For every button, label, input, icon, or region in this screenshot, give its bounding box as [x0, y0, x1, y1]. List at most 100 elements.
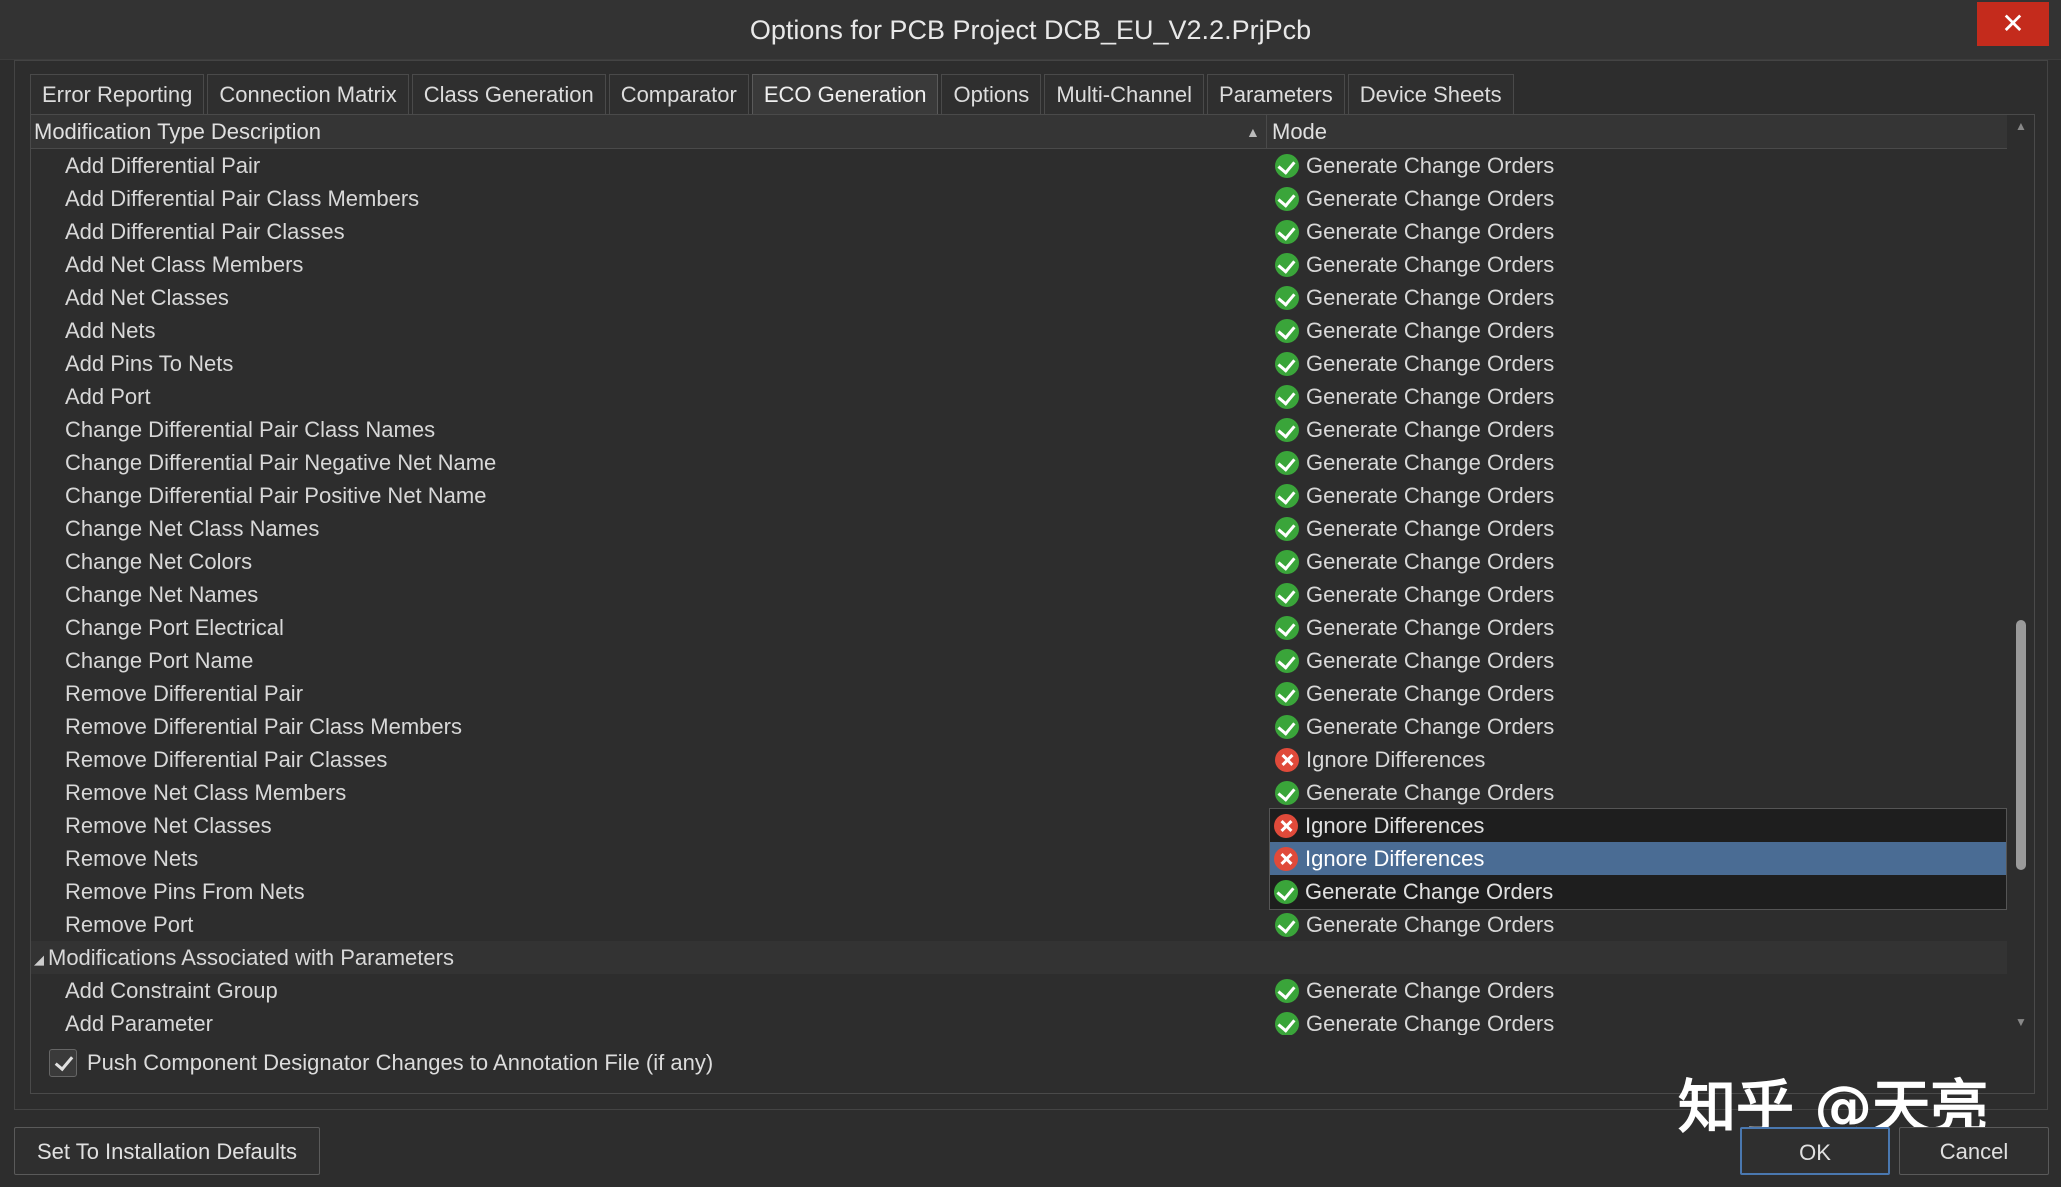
tab-multi-channel[interactable]: Multi-Channel — [1044, 74, 1205, 114]
check-icon — [1275, 285, 1299, 310]
table-row[interactable]: Change Differential Pair Class Names Gene… — [31, 413, 2007, 446]
mode-cell[interactable]: Generate Change Orders — [1275, 545, 1554, 578]
table-row[interactable]: Change Net Class Names Generate Change Or… — [31, 512, 2007, 545]
set-installation-defaults-button[interactable]: Set To Installation Defaults — [14, 1127, 320, 1175]
column-header-description[interactable]: Modification Type Description — [34, 115, 321, 149]
modification-grid: Modification Type Description ▲ Mode Add… — [31, 115, 2007, 1035]
mode-cell[interactable]: Generate Change Orders — [1275, 413, 1554, 446]
description-cell: Change Net Colors — [65, 549, 253, 574]
mode-cell[interactable]: Generate Change Orders — [1275, 479, 1554, 512]
dropdown-option[interactable]: Ignore Differences — [1270, 842, 2006, 875]
mode-label: Generate Change Orders — [1306, 516, 1555, 541]
table-row[interactable]: Add Net Classes Generate Change Orders — [31, 281, 2007, 314]
tab-connection-matrix[interactable]: Connection Matrix — [207, 74, 409, 114]
tab-options[interactable]: Options — [941, 74, 1042, 114]
mode-label: Generate Change Orders — [1306, 483, 1555, 508]
check-icon — [1275, 417, 1299, 442]
mode-cell[interactable]: Generate Change Orders — [1275, 215, 1554, 248]
description-cell: Change Net Names — [65, 582, 259, 607]
table-row[interactable]: Remove Differential Pair Generate Change … — [31, 677, 2007, 710]
mode-cell[interactable]: Generate Change Orders — [1275, 512, 1554, 545]
table-row[interactable]: Change Net Colors Generate Change Orders — [31, 545, 2007, 578]
mode-label: Generate Change Orders — [1306, 186, 1555, 211]
table-row[interactable]: Add Nets Generate Change Orders — [31, 314, 2007, 347]
vertical-scrollbar[interactable]: ▲ ▼ — [2009, 115, 2033, 1035]
scroll-down-icon[interactable]: ▼ — [2013, 1015, 2029, 1031]
table-row[interactable]: Add Constraint Group Generate Change Orde… — [31, 974, 2007, 1007]
mode-cell[interactable]: Generate Change Orders — [1275, 908, 1554, 941]
table-row[interactable]: Change Port Electrical Generate Change Or… — [31, 611, 2007, 644]
table-row[interactable]: Change Differential Pair Negative Net Na… — [31, 446, 2007, 479]
description-cell: Remove Differential Pair Class Members — [65, 714, 462, 739]
tab-comparator[interactable]: Comparator — [608, 74, 749, 114]
dropdown-option[interactable]: Ignore Differences — [1270, 809, 2006, 842]
mode-label: Generate Change Orders — [1306, 714, 1555, 739]
dropdown-option[interactable]: Generate Change Orders — [1270, 875, 2006, 908]
tab-device-sheets[interactable]: Device Sheets — [1347, 74, 1514, 114]
mode-cell[interactable]: Generate Change Orders — [1275, 446, 1554, 479]
table-row[interactable]: Remove Net Class Members Generate Change … — [31, 776, 2007, 809]
close-button[interactable]: ✕ — [1977, 2, 2049, 46]
mode-label: Generate Change Orders — [1306, 219, 1555, 244]
mode-cell[interactable]: Generate Change Orders — [1275, 182, 1554, 215]
cancel-button[interactable]: Cancel — [1899, 1127, 2049, 1175]
ok-button[interactable]: OK — [1740, 1127, 1890, 1175]
table-row[interactable]: Add Differential Pair Class Members Gener… — [31, 182, 2007, 215]
mode-cell[interactable]: Generate Change Orders — [1275, 149, 1554, 182]
tab-error-reporting[interactable]: Error Reporting — [30, 74, 205, 114]
mode-cell[interactable]: Generate Change Orders — [1275, 314, 1554, 347]
push-designator-option[interactable]: Push Component Designator Changes to Ann… — [49, 1045, 713, 1081]
mode-cell[interactable]: Generate Change Orders — [1275, 380, 1554, 413]
table-row[interactable]: Change Differential Pair Positive Net Na… — [31, 479, 2007, 512]
tab-eco-generation[interactable]: ECO Generation — [751, 74, 939, 114]
check-icon — [1275, 615, 1299, 640]
table-row[interactable]: Remove Differential Pair Class Members Ge… — [31, 710, 2007, 743]
table-row[interactable]: Add Differential Pair Classes Generate Ch… — [31, 215, 2007, 248]
mode-label: Generate Change Orders — [1306, 648, 1555, 673]
options-dialog: Options for PCB Project DCB_EU_V2.2.PrjP… — [0, 0, 2061, 1187]
mode-cell[interactable]: Generate Change Orders — [1275, 347, 1554, 380]
description-cell: Remove Port — [65, 912, 194, 937]
mode-dropdown-list[interactable]: Ignore Differences Ignore Differences Gene… — [1269, 808, 2007, 910]
table-row[interactable]: Add Net Class Members Generate Change Ord… — [31, 248, 2007, 281]
tab-class-generation[interactable]: Class Generation — [411, 74, 606, 114]
mode-label: Generate Change Orders — [1306, 252, 1555, 277]
table-row[interactable]: Change Port Name Generate Change Orders — [31, 644, 2007, 677]
mode-label: Generate Change Orders — [1306, 780, 1555, 805]
table-row[interactable]: Change Net Names Generate Change Orders — [31, 578, 2007, 611]
collapse-caret-icon[interactable]: ◢ — [34, 943, 44, 976]
scroll-thumb[interactable] — [2016, 620, 2026, 870]
check-icon — [1275, 450, 1299, 475]
mode-label: Generate Change Orders — [1306, 384, 1555, 409]
group-row[interactable]: ◢ Modifications Associated with Parameter… — [31, 941, 2007, 974]
description-cell: Add Net Class Members — [65, 252, 304, 277]
tab-parameters[interactable]: Parameters — [1207, 74, 1345, 114]
mode-cell[interactable]: Generate Change Orders — [1275, 710, 1554, 743]
description-cell: Remove Net Class Members — [65, 780, 347, 805]
mode-cell[interactable]: Generate Change Orders — [1275, 281, 1554, 314]
check-icon — [1275, 978, 1299, 1003]
mode-cell[interactable]: Generate Change Orders — [1275, 611, 1554, 644]
mode-cell[interactable]: Generate Change Orders — [1275, 776, 1554, 809]
mode-cell[interactable]: Generate Change Orders — [1275, 248, 1554, 281]
scroll-up-icon[interactable]: ▲ — [2013, 119, 2029, 135]
mode-cell[interactable]: Generate Change Orders — [1275, 1007, 1554, 1035]
table-row[interactable]: Add Pins To Nets Generate Change Orders — [31, 347, 2007, 380]
mode-cell[interactable]: Generate Change Orders — [1275, 677, 1554, 710]
mode-cell[interactable]: Generate Change Orders — [1275, 578, 1554, 611]
column-divider[interactable] — [1266, 115, 1267, 149]
table-row[interactable]: Add Parameter Generate Change Orders — [31, 1007, 2007, 1035]
description-cell: Add Constraint Group — [65, 978, 278, 1003]
table-row[interactable]: Add Port Generate Change Orders — [31, 380, 2007, 413]
table-row[interactable]: Remove Differential Pair Classes Ignore D… — [31, 743, 2007, 776]
mode-cell[interactable]: Ignore Differences — [1275, 743, 1485, 776]
description-cell: Add Nets — [65, 318, 156, 343]
description-cell: Remove Net Classes — [65, 813, 272, 838]
table-row[interactable]: Add Differential Pair Generate Change Ord… — [31, 149, 2007, 182]
push-designator-checkbox[interactable] — [49, 1049, 77, 1077]
table-row[interactable]: Remove Port Generate Change Orders — [31, 908, 2007, 941]
mode-cell[interactable]: Generate Change Orders — [1275, 974, 1554, 1007]
mode-cell[interactable]: Generate Change Orders — [1275, 644, 1554, 677]
column-header-mode[interactable]: Mode — [1272, 115, 1327, 149]
check-icon — [1275, 318, 1299, 343]
